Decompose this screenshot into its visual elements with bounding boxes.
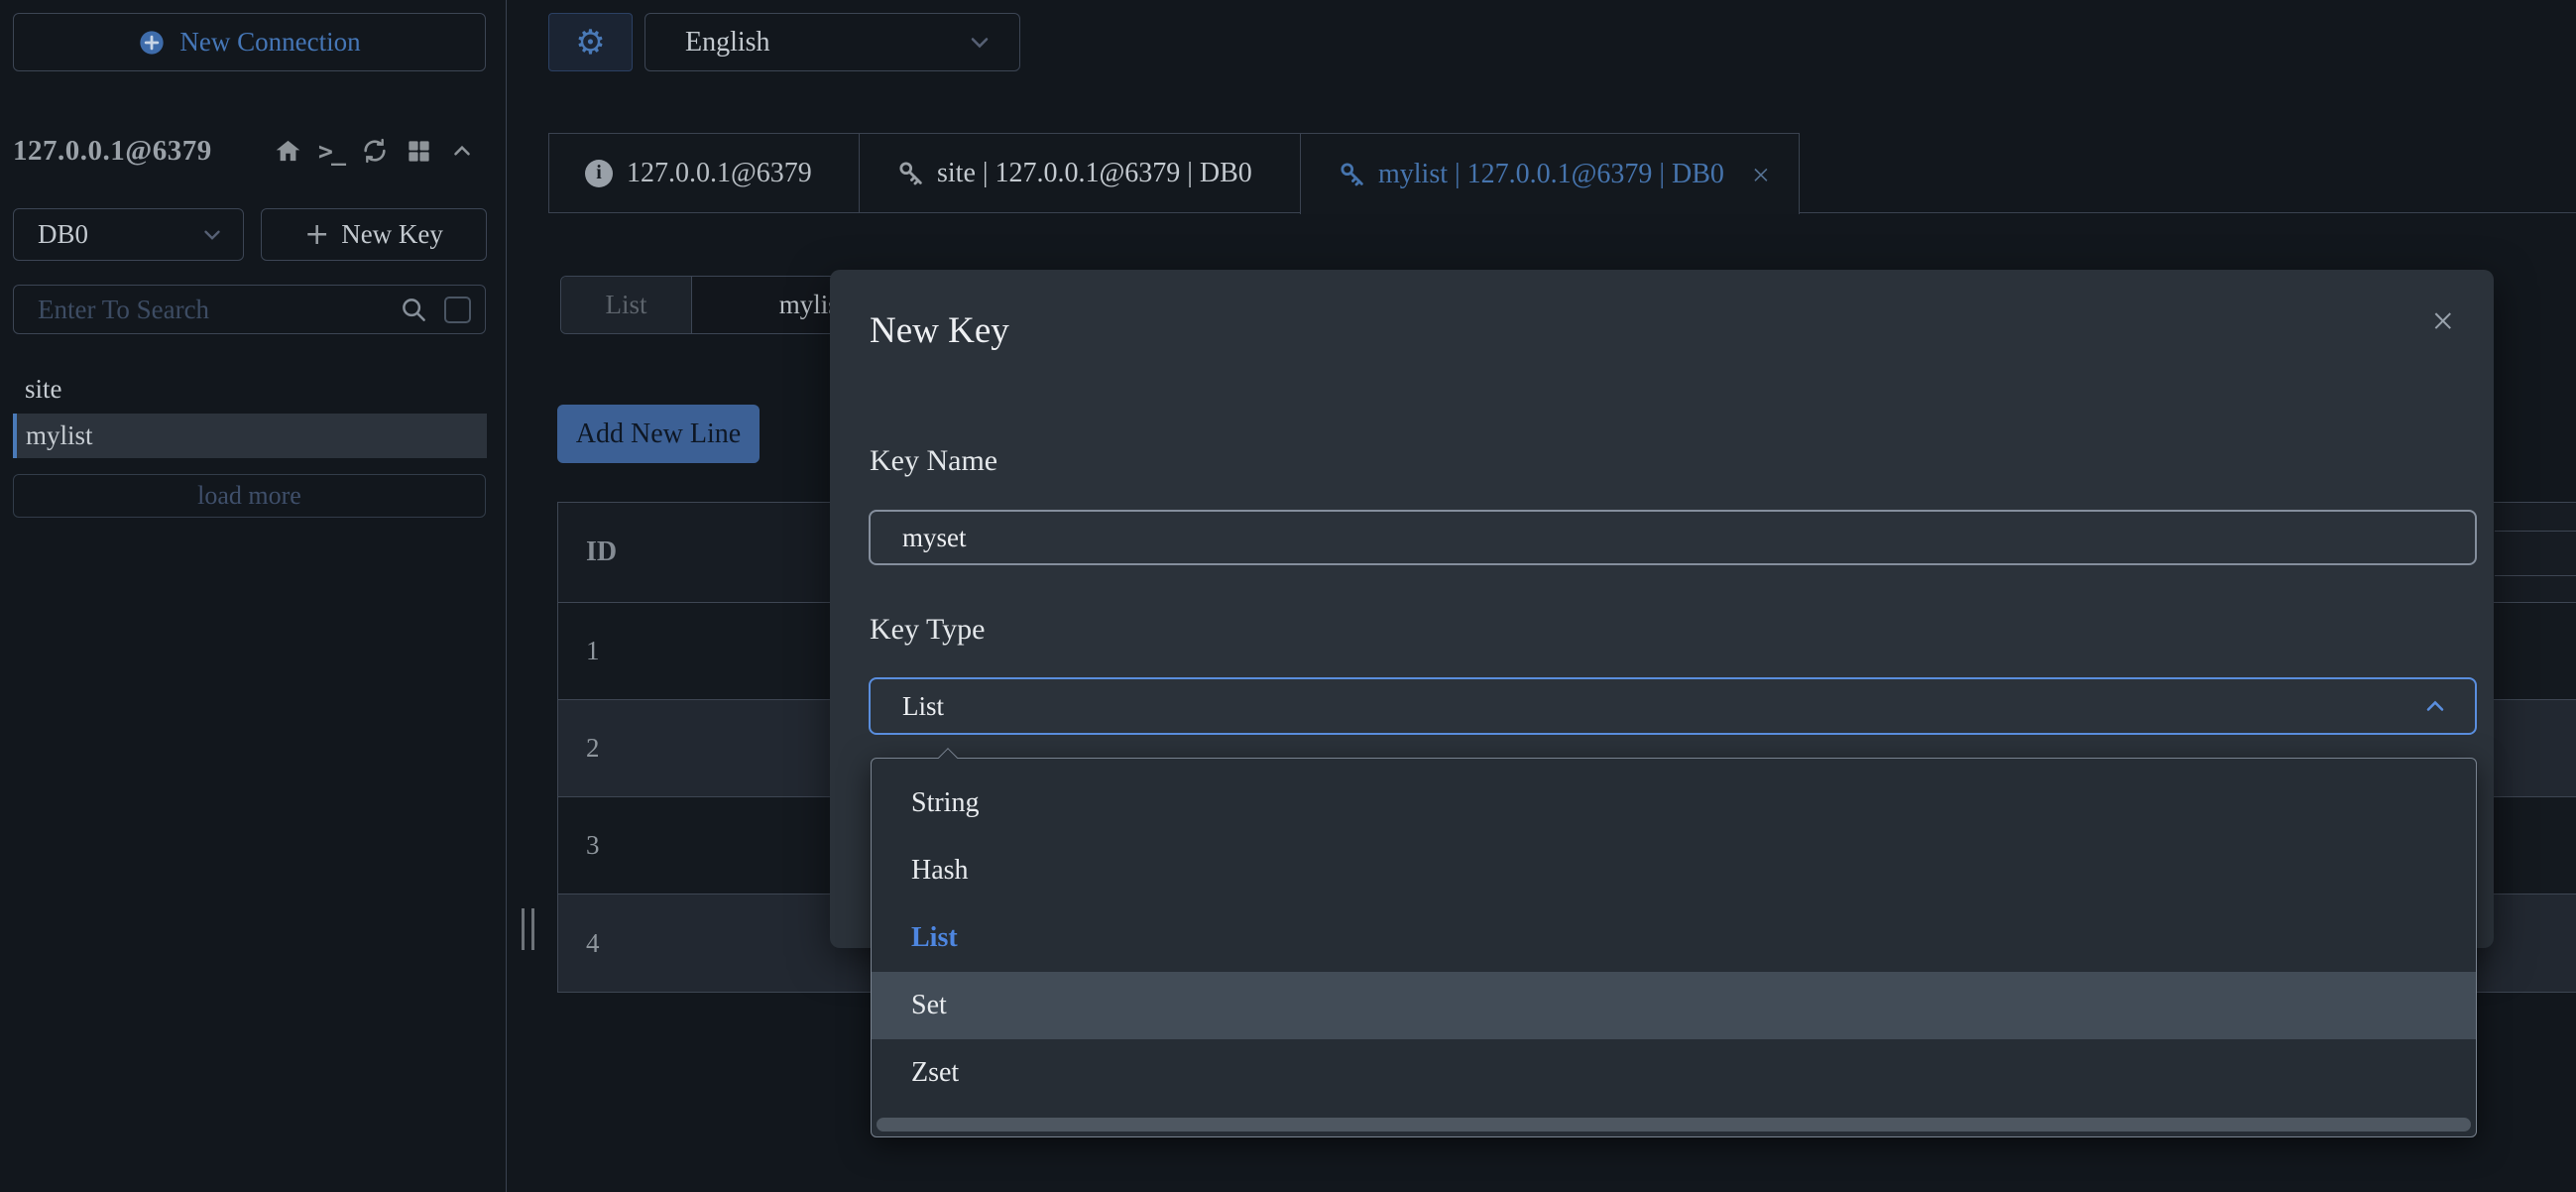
connection-row: 127.0.0.1@6379 >_ [13,130,487,172]
add-new-line-button[interactable]: Add New Line [557,405,760,463]
plus-icon: + [304,216,330,252]
chevron-down-icon [966,29,994,57]
collapse-chevron-icon[interactable] [449,138,475,164]
new-key-button-label: New Key [341,219,443,249]
new-connection-button[interactable]: New Connection [13,13,486,71]
language-select[interactable]: English [644,13,1020,71]
key-list-item-label: site [25,373,62,404]
key-name-label: Key Name [870,444,998,477]
database-select-value: DB0 [38,219,89,249]
new-connection-label: New Connection [179,27,361,57]
tab-key-mylist-active[interactable]: mylist | 127.0.0.1@6379 | DB0 × [1300,133,1800,214]
info-icon: i [585,159,613,187]
grid-icon[interactable] [406,138,432,165]
connection-actions: >_ [275,137,487,166]
key-list-item-site[interactable]: site [13,368,487,410]
key-search-input[interactable] [38,294,399,325]
home-icon[interactable] [275,138,301,165]
load-more-label: load more [197,481,301,510]
refresh-icon[interactable] [361,137,389,165]
key-type-select-value: List [902,690,945,721]
table-right-sliver-line [2495,575,2576,576]
terminal-icon[interactable]: >_ [318,137,346,166]
table-right-sliver-line [2495,531,2576,532]
key-search-box [13,285,486,334]
dropdown-scrollbar-thumb[interactable] [877,1118,2471,1132]
exact-search-checkbox[interactable] [444,296,471,323]
sidebar-divider [506,0,507,1192]
sidebar-resize-handle[interactable] [522,908,534,950]
key-type-dropdown: String Hash List Set Zset [871,748,2477,1137]
settings-button[interactable]: ⚙ [548,13,633,71]
key-type-label: Key Type [870,613,986,646]
key-list-item-mylist[interactable]: mylist [13,414,487,458]
option-zset[interactable]: Zset [872,1039,2476,1107]
tab-label: site | 127.0.0.1@6379 | DB0 [937,157,1252,188]
load-more-button[interactable]: load more [13,474,486,518]
chevron-up-icon [2421,692,2449,720]
key-name-input[interactable] [869,510,2477,565]
connection-name[interactable]: 127.0.0.1@6379 [13,135,212,168]
option-hash[interactable]: Hash [872,837,2476,904]
tab-label: 127.0.0.1@6379 [627,157,812,188]
add-new-line-label: Add New Line [575,417,742,449]
dropdown-options: String Hash List Set Zset [872,759,2476,1107]
circle-plus-icon [138,29,166,57]
gear-icon: ⚙ [575,22,606,62]
database-select[interactable]: DB0 [13,208,244,261]
language-select-value: English [685,26,770,58]
option-set[interactable]: Set [872,972,2476,1039]
key-icon [897,160,925,187]
key-type-select[interactable]: List [869,677,2477,735]
tab-key-site[interactable]: site | 127.0.0.1@6379 | DB0 [859,133,1301,213]
tab-label: mylist | 127.0.0.1@6379 | DB0 [1378,158,1724,189]
option-list[interactable]: List [872,904,2476,972]
dialog-close-icon[interactable]: × [2431,301,2454,341]
dialog-title: New Key [870,310,1009,351]
search-icon[interactable] [399,295,428,324]
tab-server-info[interactable]: i 127.0.0.1@6379 [548,133,860,213]
chevron-down-icon [199,222,225,248]
tab-close-icon[interactable]: × [1752,159,1770,190]
key-list-item-label: mylist [26,420,93,450]
key-type-tag: List [561,277,692,333]
key-icon [1339,161,1366,188]
new-key-button[interactable]: + New Key [261,208,487,261]
app-window: New Connection 127.0.0.1@6379 >_ DB0 + N… [0,0,2576,1192]
option-string[interactable]: String [872,770,2476,837]
